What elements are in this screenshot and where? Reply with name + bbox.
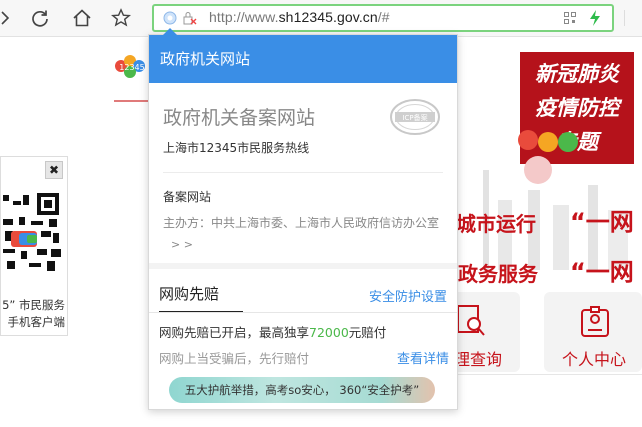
app-qr-panel: ✖ 5” 市民服务 手机客户端 xyxy=(0,156,68,336)
popup-divider-1 xyxy=(163,172,443,173)
record-subtitle: 上海市12345市民服务热线 xyxy=(163,141,310,155)
star-icon xyxy=(111,8,131,27)
tile-personal-center[interactable]: 个人中心 xyxy=(544,292,642,372)
toolbar-right-edge xyxy=(624,10,638,26)
logo-text: 12345 xyxy=(119,63,144,72)
logo-12345-icon: 12345 xyxy=(115,55,145,78)
qr-caption-line-1: 5” 市民服务 xyxy=(2,298,65,312)
hero-quote-1: “一网 xyxy=(570,208,634,236)
stamp-text: ICP备案 xyxy=(402,113,427,122)
qr-caption-line-2: 手机客户端 xyxy=(7,315,66,329)
qr-caption: 5” 市民服务 手机客户端 xyxy=(1,297,69,331)
record-title: 政府机关备案网站 xyxy=(163,107,316,129)
compensation-text: 网购先赔已开启，最高独享72000元赔付 xyxy=(159,322,386,341)
url-suffix: /# xyxy=(377,9,390,25)
accelerate-icon[interactable] xyxy=(588,10,602,26)
security-settings-link[interactable]: 安全防护设置 xyxy=(369,286,447,305)
exam-safety-ad[interactable]: 五大护航举措，高考so安心， 360“安全护考” xyxy=(169,377,435,403)
tab-shopping-protection[interactable]: 网购先赔 xyxy=(159,283,219,304)
url-domain: sh12345.gov.cn xyxy=(278,9,378,25)
compensation-suffix: 元赔付 xyxy=(348,325,387,340)
hero-banner: 城市运行 政务服务 “一网 “一网 xyxy=(456,130,642,295)
compensation-prefix: 网购先赔已开启，最高独享 xyxy=(159,325,310,340)
popup-section-gap xyxy=(149,263,457,269)
reload-button[interactable] xyxy=(28,6,52,30)
app-qr-code xyxy=(1,191,65,289)
hero-line-2: 政务服务 xyxy=(458,262,538,286)
url-prefix: http://www. xyxy=(209,9,279,25)
logo-underline xyxy=(114,100,150,102)
tile-query-label: 理查询 xyxy=(454,350,503,369)
compensation-amount: 72000 xyxy=(309,325,349,340)
favorite-button[interactable] xyxy=(109,6,133,30)
address-bar[interactable]: http://www.sh12345.gov.cn/# xyxy=(152,4,614,32)
home-icon xyxy=(73,9,91,27)
popup-caret xyxy=(163,28,177,35)
view-details-link[interactable]: 查看详情 xyxy=(397,348,449,367)
banner-line-1: 新冠肺炎 xyxy=(535,61,619,86)
popup-title: 政府机关网站 xyxy=(149,35,457,83)
qr-close-button[interactable]: ✖ xyxy=(45,161,63,179)
site-info-icon[interactable] xyxy=(163,11,177,25)
banner-line-2: 疫情防控 xyxy=(535,95,619,120)
filing-organizer: 主办方：中共上海市委、上海市人民政府信访办公室 xyxy=(163,216,440,230)
hero-line-1: 城市运行 xyxy=(456,212,536,236)
search-document-icon xyxy=(457,305,485,336)
filing-title: 备案网站 xyxy=(163,190,212,204)
forward-button[interactable] xyxy=(0,6,18,30)
site-logo[interactable]: 12345 xyxy=(112,48,152,84)
reload-icon xyxy=(32,10,48,27)
site-info-popup: 政府机关网站 政府机关备案网站 上海市12345市民服务热线 ICP备案 备案网… xyxy=(148,28,458,410)
home-button[interactable] xyxy=(70,6,94,30)
qr-code-icon[interactable] xyxy=(564,12,576,24)
chevron-right-icon xyxy=(1,11,10,25)
fraud-compensation-text: 网购上当受骗后，先行赔付 xyxy=(159,351,310,366)
browser-toolbar: http://www.sh12345.gov.cn/# xyxy=(0,0,642,37)
id-card-icon xyxy=(581,306,609,337)
filing-more-link[interactable]: > > xyxy=(171,238,193,251)
insecure-lock-icon[interactable] xyxy=(182,11,198,25)
hero-quote-2: “一网 xyxy=(570,258,634,286)
icp-stamp-icon: ICP备案 xyxy=(390,99,440,135)
popup-divider-2 xyxy=(149,312,457,313)
url-text[interactable]: http://www.sh12345.gov.cn/# xyxy=(209,9,390,25)
tile-personal-label: 个人中心 xyxy=(562,350,627,369)
